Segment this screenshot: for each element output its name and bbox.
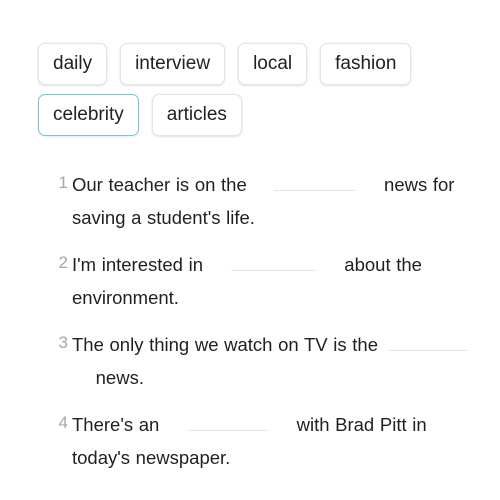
word-chip-daily[interactable]: daily [38,43,108,85]
worksheet-page: ∙∙ ∙ daily interview local fashion celeb… [0,0,500,500]
answer-blank-2[interactable] [230,252,317,271]
question-text-1: Our teacher is on the news for saving a … [72,168,486,234]
question-item-4: 4 There's an with Brad Pitt in today's n… [0,408,500,474]
question-text-4: There's an with Brad Pitt in today's new… [72,408,486,474]
question-4-before: There's an [72,414,160,435]
word-chip-local[interactable]: local [238,43,308,85]
question-3-after: news. [95,367,144,388]
question-number-4: 4 [58,413,68,432]
question-item-1: 1 Our teacher is on the news for saving … [0,168,500,234]
word-chip-celebrity[interactable]: celebrity [38,94,139,136]
question-number-1: 1 [58,173,68,192]
answer-blank-1[interactable] [274,172,357,191]
answer-blank-4[interactable] [186,412,269,431]
word-bank-row-2: celebrity articles [38,94,478,136]
question-list: 1 Our teacher is on the news for saving … [0,168,500,488]
question-2-before: I'm interested in [72,254,204,275]
word-bank-row-1: daily interview local fashion [38,43,478,85]
question-text-2: I'm interested in about the environment. [72,248,486,314]
word-chip-articles[interactable]: articles [151,94,242,136]
question-number-2: 2 [58,253,68,272]
answer-blank-3[interactable] [387,332,468,351]
word-bank: daily interview local fashion celebrity … [38,43,478,145]
question-3-before: The only thing we watch on TV is the [72,334,378,355]
question-number-3: 3 [58,333,68,352]
question-1-before: Our teacher is on the [72,174,247,195]
question-item-3: 3 The only thing we watch on TV is the n… [0,328,500,394]
word-chip-interview[interactable]: interview [120,43,226,85]
word-chip-fashion[interactable]: fashion [320,43,412,85]
cut-off-text-fragment: ∙∙ ∙ [36,0,52,6]
question-item-2: 2 I'm interested in about the environmen… [0,248,500,314]
question-text-3: The only thing we watch on TV is the new… [72,328,486,394]
